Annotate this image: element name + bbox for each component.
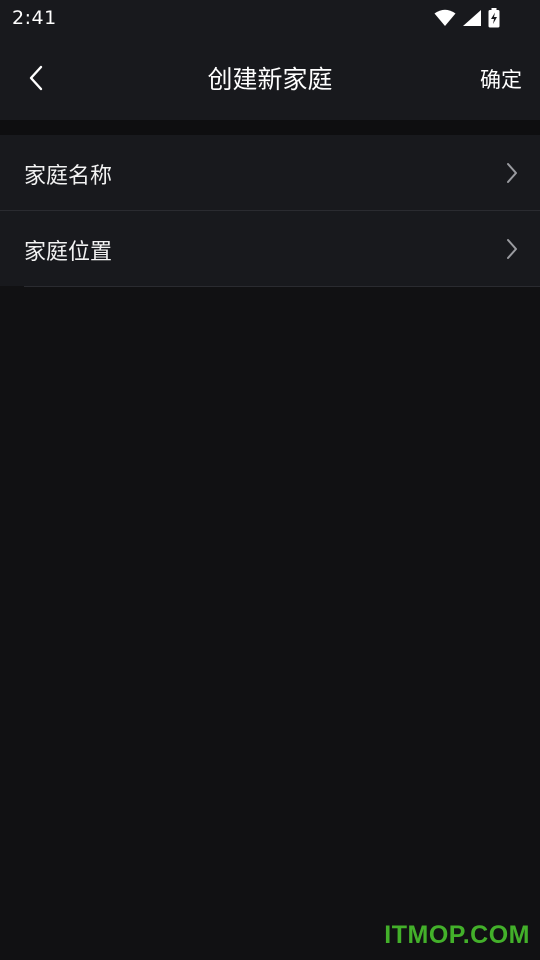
signal-icon xyxy=(463,10,481,26)
back-button[interactable] xyxy=(16,58,56,98)
wifi-icon xyxy=(434,9,456,26)
section-gap xyxy=(0,120,540,135)
list-item-family-name[interactable]: 家庭名称 xyxy=(0,135,540,210)
battery-charging-icon xyxy=(488,8,500,28)
status-icons xyxy=(434,7,500,29)
list-item-label: 家庭位置 xyxy=(24,240,113,265)
status-time: 2:41 xyxy=(12,7,57,29)
confirm-button[interactable]: 确定 xyxy=(480,64,522,94)
chevron-right-icon xyxy=(507,239,517,259)
page-title: 创建新家庭 xyxy=(207,65,333,94)
settings-list: 家庭名称 家庭位置 xyxy=(0,135,540,287)
list-item-family-location[interactable]: 家庭位置 xyxy=(0,211,540,286)
divider xyxy=(24,286,540,287)
chevron-right-icon xyxy=(507,163,517,183)
status-bar: 2:41 xyxy=(0,0,540,36)
watermark-logo: ITMOP.COM xyxy=(384,921,530,949)
app-bar: 创建新家庭 确定 xyxy=(0,36,540,120)
chevron-left-icon xyxy=(29,65,43,91)
list-item-label: 家庭名称 xyxy=(24,164,113,189)
